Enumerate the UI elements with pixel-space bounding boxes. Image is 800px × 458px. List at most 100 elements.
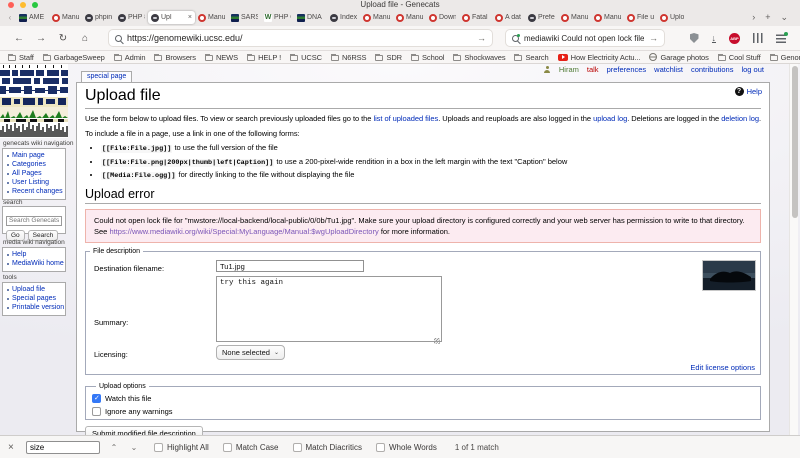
tab-list-dropdown-icon[interactable]: ⌄ — [780, 12, 788, 23]
browser-tab[interactable]: Manu — [393, 11, 426, 24]
submit-button[interactable]: Submit modified file description — [85, 426, 203, 435]
new-tab-button[interactable]: + — [765, 12, 770, 23]
match-diacritics-checkbox[interactable] — [293, 443, 302, 452]
match-case-option[interactable]: Match Case — [223, 443, 279, 452]
watch-file-checkbox[interactable] — [92, 394, 101, 403]
whole-words-checkbox[interactable] — [376, 443, 385, 452]
browser-tab[interactable]: SARS — [228, 11, 261, 24]
bookmark-item[interactable]: SDR — [375, 53, 402, 62]
highlight-all-option[interactable]: Highlight All — [154, 443, 209, 452]
browser-tab[interactable]: AME — [16, 11, 49, 24]
browser-tab[interactable]: phpin — [82, 11, 115, 24]
sidebar-item-special-pages[interactable]: Special pages — [6, 294, 64, 303]
browser-tab[interactable]: Manu — [558, 11, 591, 24]
bookmark-item[interactable]: Garage photos — [649, 53, 708, 62]
bookmark-item[interactable]: Shockwaves — [453, 53, 505, 62]
user-talk-link[interactable]: talk — [587, 65, 599, 74]
bookmark-item[interactable]: How Electricity Actu... — [558, 53, 641, 62]
browser-tab[interactable]: DNA — [294, 11, 327, 24]
search-go-arrow-icon[interactable]: → — [649, 33, 658, 43]
browser-tab[interactable]: Down — [426, 11, 459, 24]
find-input[interactable] — [26, 441, 100, 454]
tracking-protection-shield-icon[interactable] — [690, 33, 699, 43]
preferences-link[interactable]: preferences — [607, 65, 647, 74]
tab-scroll-left-icon[interactable]: ‹ — [4, 13, 16, 22]
address-bar[interactable]: https://genomewiki.ucsc.edu/ → — [108, 29, 493, 47]
sidebar-item-upload-file[interactable]: Upload file — [6, 285, 64, 294]
destination-filename-input[interactable] — [216, 260, 364, 272]
browser-tab[interactable]: PHP 8 — [115, 11, 148, 24]
browser-tab[interactable]: Manu — [360, 11, 393, 24]
bookmark-item[interactable]: HELP ! — [247, 53, 281, 62]
summary-textarea[interactable]: try this again — [216, 276, 442, 342]
find-previous-icon[interactable]: ⌃ — [108, 443, 120, 452]
highlight-all-checkbox[interactable] — [154, 443, 163, 452]
help-link[interactable]: ? Help — [735, 87, 762, 96]
go-arrow-icon[interactable]: → — [477, 33, 486, 43]
browser-tab[interactable]: File u — [624, 11, 657, 24]
bookmark-item[interactable]: NEWS — [205, 53, 238, 62]
forward-button[interactable]: → — [30, 33, 52, 44]
browser-tab[interactable]: Manu — [195, 11, 228, 24]
bookmark-item[interactable]: Search — [514, 53, 548, 62]
sidebar-item-user-listing[interactable]: User Listing — [6, 178, 64, 187]
tab-scroll-right-icon[interactable]: › — [752, 12, 755, 23]
wiki-search-input[interactable] — [6, 216, 62, 226]
find-close-icon[interactable]: × — [8, 442, 18, 453]
scrollbar-track[interactable] — [789, 64, 798, 435]
search-query-text[interactable]: mediawiki Could not open lock file for — [524, 34, 644, 43]
browser-tab[interactable]: Prefe — [525, 11, 558, 24]
browser-tab[interactable]: Manu — [591, 11, 624, 24]
home-button[interactable]: ⌂ — [74, 33, 96, 44]
deletion-log-link[interactable]: deletion log — [721, 114, 759, 123]
sidebar-item-mediawiki-home[interactable]: MediaWiki home — [6, 259, 64, 268]
upload-log-link[interactable]: upload log — [593, 114, 627, 123]
edit-license-options-link[interactable]: Edit license options — [690, 363, 755, 372]
sidebar-item-all-pages[interactable]: All Pages — [6, 169, 64, 178]
bookmark-item[interactable]: Genomes — [770, 53, 800, 62]
browser-tab[interactable]: Fatal — [459, 11, 492, 24]
sidebar-item-printable-version[interactable]: Printable version — [6, 303, 64, 312]
browser-tab[interactable]: Uplo — [657, 11, 690, 24]
app-menu-icon[interactable] — [776, 34, 786, 43]
browser-tab-active[interactable]: Upl× — [148, 11, 195, 24]
ignore-warnings-checkbox[interactable] — [92, 407, 101, 416]
list-of-uploaded-files-link[interactable]: list of uploaded files — [373, 114, 438, 123]
sidebar-item-help[interactable]: Help — [6, 250, 64, 259]
match-case-checkbox[interactable] — [223, 443, 232, 452]
adblock-plus-icon[interactable]: ABP — [729, 33, 740, 44]
textarea-resize-grip[interactable] — [434, 338, 440, 344]
browser-tab[interactable]: WPHP C — [261, 11, 294, 24]
browser-tab[interactable]: Index — [327, 11, 360, 24]
bookmark-item[interactable]: UCSC — [290, 53, 322, 62]
sidebar-item-recent-changes[interactable]: Recent changes — [6, 187, 64, 196]
library-icon[interactable] — [753, 33, 763, 43]
match-diacritics-option[interactable]: Match Diacritics — [293, 443, 362, 452]
back-button[interactable]: ← — [8, 33, 30, 44]
url-text[interactable]: https://genomewiki.ucsc.edu/ — [127, 33, 472, 43]
bookmark-item[interactable]: Cool Stuff — [718, 53, 761, 62]
bookmark-item[interactable]: Admin — [114, 53, 146, 62]
licensing-select[interactable]: None selected ⌄ — [216, 345, 285, 360]
bookmark-item[interactable]: N6RSS — [331, 53, 367, 62]
search-bar[interactable]: mediawiki Could not open lock file for → — [505, 29, 665, 47]
find-next-icon[interactable]: ⌄ — [128, 443, 140, 452]
reload-button[interactable]: ↻ — [52, 33, 74, 44]
whole-words-option[interactable]: Whole Words — [376, 443, 437, 452]
uploaded-file-thumbnail[interactable] — [702, 260, 756, 291]
sidebar-item-main-page[interactable]: Main page — [6, 151, 64, 160]
bookmark-item[interactable]: GarbageSweep — [43, 53, 105, 62]
sidebar-item-categories[interactable]: Categories — [6, 160, 64, 169]
browser-tab[interactable]: Manu — [49, 11, 82, 24]
wiki-logo-image[interactable] — [0, 64, 68, 138]
bookmark-item[interactable]: School — [411, 53, 444, 62]
scrollbar-thumb[interactable] — [792, 66, 798, 218]
downloads-icon[interactable]: ↓ — [712, 34, 717, 43]
bookmark-item[interactable]: Browsers — [154, 53, 195, 62]
watchlist-link[interactable]: watchlist — [654, 65, 683, 74]
user-page-link[interactable]: Hiram — [559, 65, 579, 74]
logout-link[interactable]: log out — [741, 65, 764, 74]
bookmark-item[interactable]: Staff — [8, 53, 34, 62]
contributions-link[interactable]: contributions — [691, 65, 734, 74]
browser-tab[interactable]: A dat — [492, 11, 525, 24]
